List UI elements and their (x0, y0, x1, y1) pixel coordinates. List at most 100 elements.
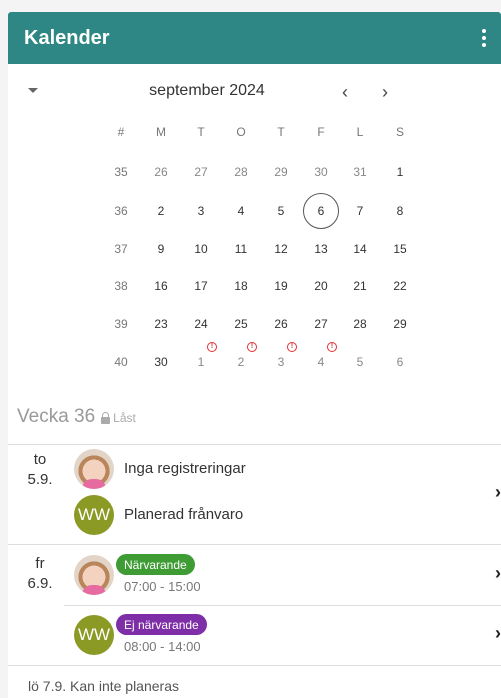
calendar-day[interactable]: 11 (223, 231, 259, 267)
day-number: 26 (154, 165, 168, 179)
calendar-day[interactable]: 3 (183, 193, 219, 229)
calendar-day[interactable]: 4 (223, 193, 259, 229)
day-number: 29 (393, 317, 407, 331)
calendar-day[interactable]: 22 (382, 268, 418, 304)
day-number: 4 (317, 355, 325, 369)
calendar-day[interactable]: 30 (303, 154, 339, 190)
calendar-day[interactable]: 31 (342, 154, 378, 190)
weekday-header: # (117, 125, 125, 139)
week-heading: Vecka 36 Låst (17, 406, 136, 428)
lock-icon (101, 411, 111, 424)
day-number: 15 (393, 242, 407, 256)
status-badge: Närvarande (116, 554, 195, 575)
calendar-day[interactable]: 13 (303, 231, 339, 267)
day-number: 28 (353, 317, 367, 331)
entry-text: Planerad frånvaro (124, 506, 244, 523)
calendar-header: Kalender (8, 12, 501, 64)
calendar-day[interactable]: 17 (183, 268, 219, 304)
calendar-day[interactable]: 26 (263, 306, 299, 342)
day-date: 6.9. (27, 575, 53, 592)
calendar-day[interactable]: 2 (143, 193, 179, 229)
day-number: 10 (194, 242, 208, 256)
day-number: 4 (237, 204, 245, 218)
week-number: 38 (114, 279, 128, 293)
calendar-day[interactable]: 14 (342, 231, 378, 267)
lock-label: Låst (113, 411, 136, 425)
day-number: 27 (314, 317, 328, 331)
day-number: 8 (396, 204, 404, 218)
entry-time: 08:00 - 14:00 (124, 639, 201, 654)
calendar-day[interactable]: 28 (342, 306, 378, 342)
calendar-day[interactable]: 29 (382, 306, 418, 342)
day-number: 30 (314, 165, 328, 179)
calendar-day[interactable]: 10 (183, 231, 219, 267)
day-number: 7 (356, 204, 364, 218)
day-number: 23 (154, 317, 168, 331)
day-label: fr 6.9. (17, 554, 63, 594)
calendar-day[interactable]: 30 (143, 344, 179, 380)
calendar-day[interactable]: 16 (143, 268, 179, 304)
next-month-button[interactable]: › (382, 82, 388, 103)
calendar-day[interactable]: 27 (183, 154, 219, 190)
calendar-day[interactable]: 3! (263, 342, 299, 380)
day-number: 11 (234, 242, 248, 256)
more-options-icon[interactable] (477, 26, 491, 50)
calendar-day[interactable]: 8 (382, 193, 418, 229)
day-number: 30 (154, 355, 168, 369)
calendar-day[interactable]: 9 (143, 231, 179, 267)
calendar-day[interactable]: 15 (382, 231, 418, 267)
calendar-day[interactable]: 25 (223, 306, 259, 342)
alert-icon: ! (207, 342, 217, 352)
day-number: 6 (317, 204, 325, 218)
calendar-day[interactable]: 4! (303, 342, 339, 380)
calendar-day[interactable]: 24 (183, 306, 219, 342)
chevron-right-icon[interactable]: › (495, 623, 501, 644)
calendar-day[interactable]: 12 (263, 231, 299, 267)
day-date: 5.9. (27, 471, 53, 488)
calendar-day[interactable]: 19 (263, 268, 299, 304)
calendar-day[interactable]: 18 (223, 268, 259, 304)
entry-text: Inga registreringar (124, 460, 246, 477)
calendar-day[interactable]: 21 (342, 268, 378, 304)
weekday-header: L (356, 125, 364, 139)
calendar-day[interactable]: 20 (303, 268, 339, 304)
day-number: 31 (353, 165, 367, 179)
day-number: 18 (234, 279, 248, 293)
day-number: 29 (274, 165, 288, 179)
calendar-day[interactable]: 29 (263, 154, 299, 190)
status-badge: Ej närvarande (116, 614, 207, 635)
day-number: 25 (234, 317, 248, 331)
calendar-day[interactable]: 27 (303, 306, 339, 342)
day-number: 3 (277, 355, 285, 369)
calendar-day[interactable]: 1! (183, 342, 219, 380)
calendar-day[interactable]: 7 (342, 193, 378, 229)
day-number: 12 (274, 242, 288, 256)
day-number: 16 (154, 279, 168, 293)
calendar-day[interactable]: 1 (382, 154, 418, 190)
calendar-day[interactable]: 5 (342, 344, 378, 380)
weekday-header: F (317, 125, 325, 139)
day-number: 19 (274, 279, 288, 293)
alert-icon: ! (247, 342, 257, 352)
calendar-day[interactable]: 2! (223, 342, 259, 380)
calendar-day[interactable]: 23 (143, 306, 179, 342)
day-number: 9 (157, 242, 165, 256)
day-note: lö 7.9. Kan inte planeras (28, 678, 179, 694)
calendar-day[interactable]: 26 (143, 154, 179, 190)
child-avatar (74, 449, 114, 489)
divider (8, 544, 501, 545)
day-number: 3 (197, 204, 205, 218)
divider (8, 665, 501, 666)
calendar-day[interactable]: 6 (303, 193, 339, 229)
calendar-day[interactable]: 28 (223, 154, 259, 190)
locked-indicator: Låst (101, 411, 136, 425)
child-avatar (74, 555, 114, 595)
chevron-right-icon[interactable]: › (495, 563, 501, 584)
previous-month-button[interactable]: ‹ (342, 82, 348, 103)
alert-icon: ! (287, 342, 297, 352)
divider (8, 444, 501, 445)
calendar-day[interactable]: 6 (382, 344, 418, 380)
chevron-right-icon[interactable]: › (495, 482, 501, 503)
day-name: fr (35, 555, 45, 572)
calendar-day[interactable]: 5 (263, 193, 299, 229)
